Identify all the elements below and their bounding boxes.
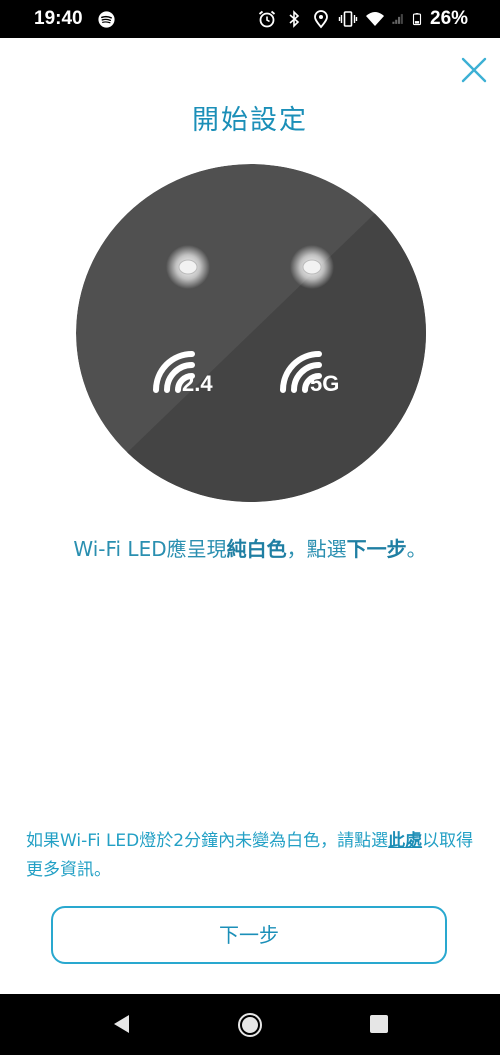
nav-bar: [0, 994, 500, 1055]
page-title: 開始設定: [192, 105, 308, 136]
wifi-icon: [366, 12, 384, 26]
instruction-action: 下一步: [346, 537, 407, 561]
band-5-label: 5G: [310, 371, 339, 396]
help-text: 如果Wi-Fi LED燈於2分鐘內未變為白色，請點選此處以取得更多資訊。: [26, 827, 476, 885]
bluetooth-icon: [289, 10, 300, 28]
recents-icon[interactable]: [369, 1014, 389, 1034]
battery-percent: 26%: [430, 8, 469, 29]
help-link[interactable]: 此處: [388, 831, 422, 851]
help-text-before: 如果Wi-Fi LED燈於2分鐘內未變為白色，請點選: [26, 831, 389, 851]
led-5-indicator: [290, 245, 334, 289]
instruction-prefix: Wi-Fi LED應呈現: [73, 537, 227, 561]
next-button-label: 下一步: [219, 923, 279, 947]
location-icon: [314, 10, 328, 29]
led-24-indicator: [166, 245, 210, 289]
close-icon[interactable]: [460, 56, 488, 84]
battery-icon: [412, 13, 422, 26]
back-icon[interactable]: [111, 1013, 131, 1035]
instruction-text: Wi-Fi LED應呈現純白色，點選下一步。: [0, 533, 500, 562]
status-icons: [256, 9, 429, 29]
vibrate-icon: [338, 11, 358, 27]
next-button[interactable]: 下一步: [51, 906, 447, 964]
router-illustration: 2.4 5G: [76, 164, 426, 502]
home-icon[interactable]: [237, 1012, 263, 1038]
instruction-highlight: 純白色: [226, 537, 287, 561]
alarm-icon: [258, 10, 276, 28]
signal-icon: [392, 14, 403, 24]
instruction-end: 。: [406, 537, 427, 561]
band-24-label: 2.4: [182, 371, 213, 396]
status-bar: 19:40 26%: [0, 0, 500, 38]
status-time: 19:40: [34, 8, 83, 29]
spotify-icon: [98, 11, 115, 28]
instruction-suffix: ，點選: [286, 537, 347, 561]
